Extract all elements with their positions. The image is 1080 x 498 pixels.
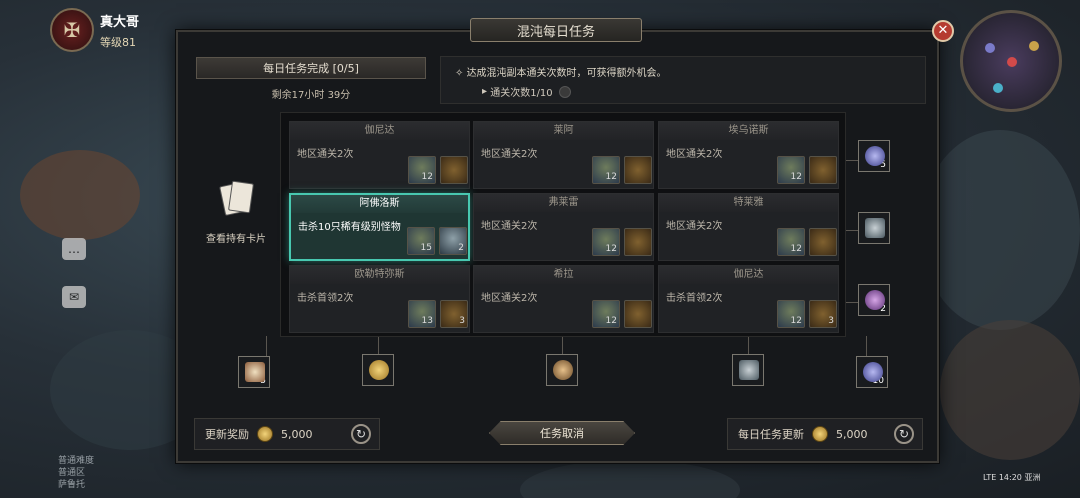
shard-reward-icon: 2	[439, 227, 467, 255]
chest-reward-icon: 3	[809, 300, 837, 328]
refresh-reward-cost: 5,000	[281, 427, 313, 441]
row-reward-item[interactable]: 5	[858, 140, 890, 172]
daily-refresh-button[interactable]: ↻	[894, 424, 914, 444]
column-reward-item[interactable]: 10	[856, 356, 888, 388]
daily-refresh-cost: 5,000	[836, 427, 868, 441]
exp-reward-icon: 12	[592, 156, 620, 184]
task-card[interactable]: 莱阿 地区通关2次 12	[473, 121, 654, 189]
column-reward-item[interactable]	[362, 354, 394, 386]
column-reward-item[interactable]	[546, 354, 578, 386]
shard-icon	[865, 218, 885, 238]
player-name: 真大哥	[100, 14, 140, 30]
shard-icon	[739, 360, 759, 380]
task-card[interactable]: 弗莱雷 地区通关2次 12	[473, 193, 654, 261]
chest-reward-icon	[809, 228, 837, 256]
task-card[interactable]: 欧勒特弥斯 击杀首领2次 13 3	[289, 265, 470, 333]
world-info: 普通难度 普通区 萨鲁托	[58, 456, 95, 490]
daily-refresh-box: 每日任务更新 5,000 ↻	[727, 418, 923, 450]
minimap[interactable]	[960, 10, 1062, 112]
gold-coin-icon	[812, 426, 828, 442]
exp-reward-icon: 12	[592, 300, 620, 328]
task-card[interactable]: 特莱雅 地区通关2次 12	[658, 193, 839, 261]
chest-reward-icon: 3	[440, 300, 468, 328]
guild-emblem-icon: ✠	[50, 8, 94, 52]
remaining-time: 剩余17小时 39分	[271, 90, 351, 101]
diamond-icon: ✧	[455, 68, 467, 79]
scroll-icon	[245, 362, 265, 382]
task-card-selected[interactable]: 阿佛洛斯 击杀10只稀有级别怪物 15 2	[289, 193, 470, 261]
gem-icon	[863, 362, 883, 382]
row-reward-item[interactable]: 2	[858, 284, 890, 316]
gem-icon	[865, 290, 885, 310]
chest-reward-icon	[440, 156, 468, 184]
task-card[interactable]: 伽尼达 击杀首领2次 12 3	[658, 265, 839, 333]
chest-reward-icon	[624, 300, 652, 328]
gold-icon	[369, 360, 389, 380]
star-icon	[553, 360, 573, 380]
chest-reward-icon	[809, 156, 837, 184]
row-reward-item[interactable]	[858, 212, 890, 244]
chat-icon[interactable]: …	[62, 238, 86, 260]
exp-reward-icon: 12	[777, 300, 805, 328]
cards-icon	[216, 180, 256, 220]
task-card[interactable]: 希拉 地区通关2次 12	[473, 265, 654, 333]
chest-reward-icon	[624, 228, 652, 256]
refresh-reward-button[interactable]: ↻	[351, 424, 371, 444]
exp-reward-icon: 12	[777, 228, 805, 256]
bonus-progress-indicator	[558, 85, 571, 98]
chest-reward-icon	[624, 156, 652, 184]
gem-icon	[865, 146, 885, 166]
refresh-reward-box: 更新奖励 5,000 ↻	[194, 418, 380, 450]
column-reward-item[interactable]: 5	[238, 356, 270, 388]
column-reward-item[interactable]	[732, 354, 764, 386]
cancel-task-button[interactable]: 任务取消	[489, 421, 635, 445]
mail-icon[interactable]: ✉	[62, 286, 86, 308]
status-bar: LTE 14:20 亚洲	[983, 473, 1041, 482]
exp-reward-icon: 15	[407, 227, 435, 255]
panel-title: 混沌每日任务	[470, 18, 642, 42]
task-card[interactable]: 伽尼达 地区通关2次 12	[289, 121, 470, 189]
view-cards-button[interactable]: 查看持有卡片	[196, 180, 276, 245]
task-card[interactable]: 埃乌诺斯 地区通关2次 12	[658, 121, 839, 189]
exp-reward-icon: 12	[408, 156, 436, 184]
exp-reward-icon: 13	[408, 300, 436, 328]
player-info[interactable]: ✠ 真大哥 等级81	[50, 8, 139, 52]
bonus-progress: ▸ 通关次数1/10	[482, 84, 571, 99]
player-level: 等级81	[100, 35, 136, 49]
task-grid: 伽尼达 地区通关2次 12 莱阿 地区通关2次 12 埃乌诺斯 地区通关2次 1…	[280, 112, 846, 337]
daily-progress: 每日任务完成 [0/5]	[196, 57, 426, 79]
exp-reward-icon: 12	[592, 228, 620, 256]
exp-reward-icon: 12	[777, 156, 805, 184]
bonus-description: ✧ 达成混沌副本通关次数时，可获得额外机会。	[455, 68, 667, 79]
arrow-icon: ▸	[482, 86, 491, 97]
gold-coin-icon	[257, 426, 273, 442]
close-button[interactable]: ✕	[932, 20, 954, 42]
